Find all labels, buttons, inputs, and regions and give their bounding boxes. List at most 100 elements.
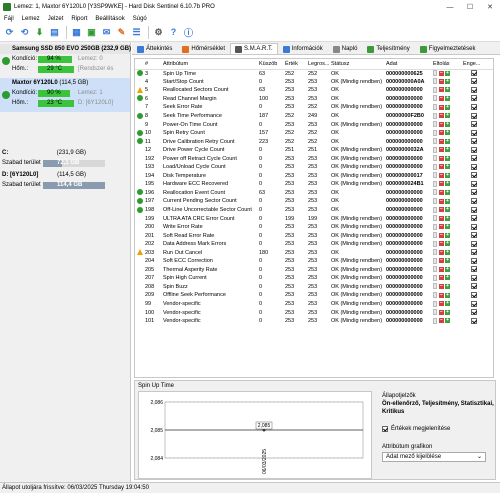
offset-field[interactable] [433, 70, 437, 77]
refresh-icon[interactable]: ⟳ [3, 26, 16, 39]
table-row[interactable]: 195 Hardware ECC Recovered 0 253 253 OK (Mind… [135, 180, 493, 189]
table-row[interactable]: 4 Start/Stop Count 0 253 253 OK (Mindig rendb… [135, 78, 493, 87]
report-icon[interactable]: ✉ [100, 26, 113, 39]
enable-checkbox[interactable] [471, 86, 477, 93]
offset-field[interactable] [433, 240, 437, 247]
enable-checkbox[interactable] [471, 283, 477, 290]
table-row[interactable]: 198 Off-Line Uncorrectable Sector Count 0 2… [135, 206, 493, 215]
column-header[interactable]: Érték [283, 59, 306, 70]
plus-icon[interactable]: + [445, 292, 450, 298]
table-row[interactable]: 3 Spin Up Time 63 252 252 OK 000000000625 − + [135, 69, 493, 78]
menu-item-1[interactable]: Lemez [18, 16, 44, 22]
enable-checkbox[interactable] [471, 309, 477, 316]
table-row[interactable]: 204 Soft ECC Correction 0 253 253 OK (Mindig … [135, 257, 493, 266]
enable-checkbox[interactable] [471, 163, 477, 170]
enable-checkbox[interactable] [471, 300, 477, 307]
disk-item-maxtor[interactable]: Maxtor 6Y120L0 (114,5 GB) Kondíció: 90 %… [0, 78, 130, 112]
plus-icon[interactable]: + [445, 189, 450, 195]
plus-icon[interactable]: + [445, 207, 450, 213]
backup-icon[interactable]: ⬇ [33, 26, 46, 39]
menu-item-5[interactable]: Súgó [129, 16, 151, 22]
minus-icon[interactable]: − [439, 147, 444, 153]
minus-icon[interactable]: − [439, 224, 444, 230]
offset-field[interactable] [433, 223, 437, 230]
offset-field[interactable] [433, 189, 437, 196]
tab-4[interactable]: Napló [328, 43, 363, 54]
alert-icon[interactable]: ✎ [115, 26, 128, 39]
volume-c[interactable]: C: (231,9 GB) Szabad terület 72,1 GB [0, 148, 130, 170]
minus-icon[interactable]: − [439, 258, 444, 264]
offset-field[interactable] [433, 104, 437, 110]
table-row[interactable]: 9 Power-On Time Count 0 253 253 OK (Mindig re… [135, 120, 493, 129]
column-header[interactable]: Legros... [306, 59, 329, 70]
enable-checkbox[interactable] [471, 215, 477, 222]
show-values-checkbox[interactable] [382, 426, 388, 432]
enable-checkbox[interactable] [471, 70, 477, 77]
offset-field[interactable] [433, 180, 437, 187]
column-header[interactable]: Küszöb [257, 59, 283, 70]
offset-field[interactable] [433, 309, 437, 316]
offset-field[interactable] [433, 155, 437, 162]
menu-item-0[interactable]: Fájl [0, 16, 18, 22]
table-row[interactable]: 193 Load/Unload Cycle Count 0 253 253 OK (Min… [135, 163, 493, 172]
column-header[interactable]: Eltolás [431, 59, 461, 70]
table-row[interactable]: 197 Current Pending Sector Count 0 253 253 OK… [135, 197, 493, 206]
tab-2[interactable]: S.M.A.R.T. [230, 43, 278, 54]
enable-checkbox[interactable] [471, 78, 477, 85]
table-row[interactable]: 200 Write Error Rate 0 253 253 OK (Mindig ren… [135, 223, 493, 232]
offset-field[interactable] [433, 317, 437, 324]
offset-field[interactable] [433, 86, 437, 93]
log-icon[interactable]: ☰ [130, 26, 143, 39]
show-values-option[interactable]: Értékek megjelenítése [382, 426, 494, 432]
plus-icon[interactable]: + [445, 275, 450, 281]
about-icon[interactable]: ⓘ [182, 26, 195, 39]
table-row[interactable]: 209 Offline Seek Performance 0 253 253 OK (Mi… [135, 291, 493, 300]
refresh-all-icon[interactable]: ⟲ [18, 26, 31, 39]
offset-field[interactable] [433, 121, 437, 128]
plus-icon[interactable]: + [445, 266, 450, 272]
table-row[interactable]: 207 Spin High Current 0 253 253 OK (Mindig re… [135, 274, 493, 283]
enable-checkbox[interactable] [471, 112, 477, 119]
minus-icon[interactable]: − [439, 266, 444, 272]
menu-item-4[interactable]: Beállítások [91, 16, 128, 22]
offset-field[interactable] [433, 146, 437, 153]
enable-checkbox[interactable] [471, 95, 477, 102]
enable-checkbox[interactable] [471, 189, 477, 196]
table-row[interactable]: 194 Disk Temperature 0 253 253 OK (Mindig ren… [135, 172, 493, 181]
enable-checkbox[interactable] [471, 121, 477, 128]
table-row[interactable]: 7 Seek Error Rate 0 253 252 OK (Mindig rendbe… [135, 103, 493, 112]
enable-checkbox[interactable] [471, 240, 477, 247]
enable-checkbox[interactable] [471, 138, 477, 145]
offset-field[interactable] [433, 95, 437, 102]
offset-field[interactable] [433, 232, 437, 239]
table-row[interactable]: 10 Spin Retry Count 157 252 252 OK 00000000000… [135, 129, 493, 138]
tab-3[interactable]: Információk [278, 43, 328, 54]
table-row[interactable]: 99 Vendor-specific 0 253 253 OK (Mindig rendb… [135, 300, 493, 309]
column-header[interactable]: # [143, 59, 161, 70]
plus-icon[interactable]: + [445, 113, 450, 119]
offset-field[interactable] [433, 78, 437, 85]
minus-icon[interactable]: − [439, 207, 444, 213]
plus-icon[interactable]: + [445, 224, 450, 230]
plus-icon[interactable]: + [445, 147, 450, 153]
minus-icon[interactable]: − [439, 283, 444, 289]
table-row[interactable]: 201 Soft Read Error Rate 0 253 253 OK (Mindig… [135, 231, 493, 240]
column-header[interactable]: Enge... [461, 59, 493, 70]
enable-checkbox[interactable] [471, 129, 477, 136]
minus-icon[interactable]: − [439, 232, 444, 238]
close-button[interactable]: ✕ [480, 0, 500, 14]
minus-icon[interactable]: − [439, 189, 444, 195]
table-row[interactable]: 12 Drive Power Cycle Count 0 251 251 OK (Mind… [135, 146, 493, 155]
column-header[interactable]: Adat [384, 59, 431, 70]
minus-icon[interactable]: − [439, 275, 444, 281]
maximize-button[interactable]: ☐ [460, 0, 480, 14]
offset-field[interactable] [433, 198, 437, 205]
minus-icon[interactable]: − [439, 121, 444, 127]
offset-field[interactable] [433, 138, 437, 145]
tab-1[interactable]: Hőmérséklet [177, 43, 230, 54]
minus-icon[interactable]: − [439, 130, 444, 136]
offset-field[interactable] [433, 172, 437, 179]
settings-icon[interactable]: ⚙ [152, 26, 165, 39]
enable-checkbox[interactable] [471, 104, 477, 110]
enable-checkbox[interactable] [471, 146, 477, 153]
